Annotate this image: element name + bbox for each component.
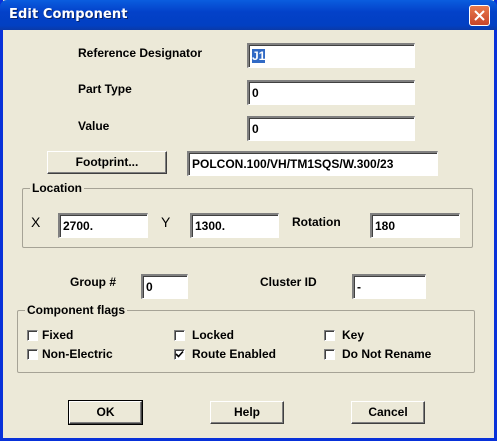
checkmark-icon (175, 350, 184, 358)
x-field[interactable]: 2700. (58, 213, 148, 238)
do-not-rename-label: Do Not Rename (342, 347, 432, 361)
y-field[interactable]: 1300. (190, 213, 279, 238)
fixed-checkbox[interactable] (27, 330, 38, 341)
component-flags-caption: Component flags (25, 303, 127, 317)
key-label: Key (342, 328, 365, 342)
non-electric-checkbox[interactable] (27, 349, 38, 360)
close-icon (474, 10, 485, 21)
cancel-button[interactable]: Cancel (351, 401, 425, 424)
rotation-label: Rotation (292, 215, 341, 229)
locked-label: Locked (192, 328, 235, 342)
footprint-button[interactable]: Footprint... (47, 151, 167, 174)
close-button[interactable] (469, 5, 490, 26)
location-caption: Location (30, 181, 84, 195)
window-title: Edit Component (9, 7, 128, 22)
value-field[interactable]: 0 (247, 116, 415, 141)
cluster-id-field[interactable]: - (352, 274, 426, 299)
y-label: Y (161, 214, 171, 230)
help-button[interactable]: Help (210, 401, 284, 424)
key-checkbox[interactable] (324, 330, 335, 341)
part-type-field[interactable]: 0 (247, 80, 415, 105)
non-electric-label: Non-Electric (42, 347, 113, 361)
route-enabled-checkbox[interactable] (174, 349, 185, 360)
title-bar[interactable]: Edit Component (0, 0, 497, 30)
group-field[interactable]: 0 (141, 274, 188, 299)
reference-designator-field[interactable]: J1 (247, 43, 415, 68)
do-not-rename-checkbox[interactable] (324, 349, 335, 360)
rotation-field[interactable]: 180 (370, 213, 460, 238)
fixed-label: Fixed (42, 328, 74, 342)
locked-checkbox[interactable] (174, 330, 185, 341)
x-label: X (31, 214, 41, 230)
cluster-id-label: Cluster ID (260, 275, 317, 289)
value-label: Value (78, 119, 110, 133)
footprint-field[interactable]: POLCON.100/VH/TM1SQS/W.300/23 (187, 151, 438, 176)
reference-designator-label: Reference Designator (78, 46, 203, 60)
part-type-label: Part Type (78, 82, 132, 96)
group-label: Group # (70, 275, 117, 289)
component-flags-group (17, 310, 475, 373)
ok-button[interactable]: OK (68, 400, 143, 425)
route-enabled-label: Route Enabled (192, 347, 277, 361)
